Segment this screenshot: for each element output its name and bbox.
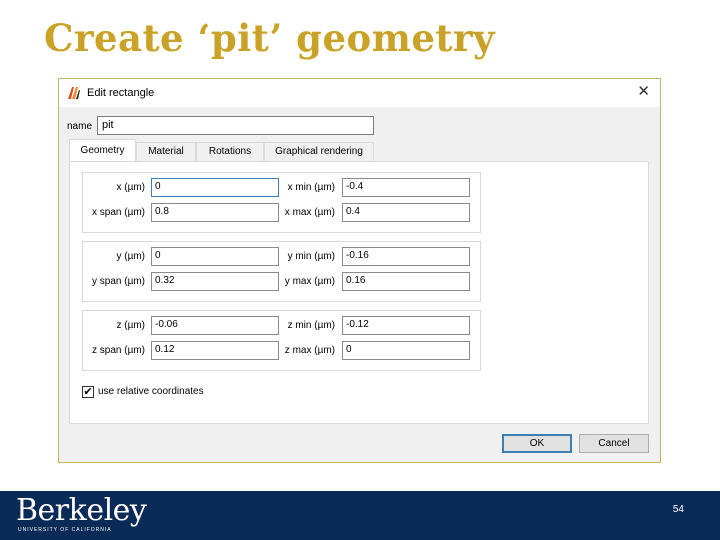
name-input[interactable]: pit — [97, 116, 374, 135]
app-icon — [68, 87, 80, 99]
tab-material[interactable]: Material — [136, 142, 196, 161]
y-max-label: y max (µm) — [284, 276, 335, 287]
y-span-label: y span (µm) — [92, 276, 145, 287]
tab-rotations[interactable]: Rotations — [196, 142, 264, 161]
tab-graphical-rendering[interactable]: Graphical rendering — [264, 142, 374, 161]
x-group: x (µm) 0 x min (µm) -0.4 x span (µm) 0.8… — [82, 172, 481, 233]
z-min-input[interactable]: -0.12 — [342, 316, 470, 335]
page-number: 54 — [672, 504, 684, 515]
y-min-label: y min (µm) — [287, 251, 335, 262]
z-group: z (µm) -0.06 z min (µm) -0.12 z span (µm… — [82, 310, 481, 371]
x-span-input[interactable]: 0.8 — [151, 203, 279, 222]
y-max-input[interactable]: 0.16 — [342, 272, 470, 291]
berkeley-logo: Berkeley — [16, 493, 147, 528]
ok-button[interactable]: OK — [502, 434, 572, 453]
x-input[interactable]: 0 — [151, 178, 279, 197]
relative-coordinates-checkbox[interactable]: ✔ — [82, 386, 94, 398]
slide-title: Create ‘pit’ geometry — [44, 16, 495, 60]
name-label: name — [67, 121, 93, 132]
x-max-label: x max (µm) — [284, 207, 335, 218]
z-max-label: z max (µm) — [284, 345, 335, 356]
y-min-input[interactable]: -0.16 — [342, 247, 470, 266]
x-min-input[interactable]: -0.4 — [342, 178, 470, 197]
z-span-label: z span (µm) — [92, 345, 145, 356]
relative-coordinates-label: use relative coordinates — [98, 386, 204, 397]
close-icon[interactable]: ✕ — [637, 84, 650, 100]
z-span-input[interactable]: 0.12 — [151, 341, 279, 360]
x-span-label: x span (µm) — [92, 207, 145, 218]
y-input[interactable]: 0 — [151, 247, 279, 266]
z-label: z (µm) — [116, 320, 145, 331]
x-max-input[interactable]: 0.4 — [342, 203, 470, 222]
dialog-title: Edit rectangle — [87, 87, 155, 99]
tab-geometry[interactable]: Geometry — [69, 139, 136, 162]
y-label: y (µm) — [116, 251, 145, 262]
berkeley-logo-subtext: UNIVERSITY OF CALIFORNIA — [18, 527, 112, 533]
x-label: x (µm) — [116, 182, 145, 193]
x-min-label: x min (µm) — [287, 182, 335, 193]
dialog-titlebar[interactable]: Edit rectangle ✕ — [59, 79, 660, 107]
z-min-label: z min (µm) — [287, 320, 335, 331]
edit-rectangle-dialog: Edit rectangle ✕ name pit Geometry Mater… — [58, 78, 661, 463]
footer-bar: Berkeley UNIVERSITY OF CALIFORNIA 54 — [0, 491, 720, 540]
geometry-panel: x (µm) 0 x min (µm) -0.4 x span (µm) 0.8… — [69, 161, 649, 424]
z-input[interactable]: -0.06 — [151, 316, 279, 335]
y-group: y (µm) 0 y min (µm) -0.16 y span (µm) 0.… — [82, 241, 481, 302]
cancel-button[interactable]: Cancel — [579, 434, 649, 453]
z-max-input[interactable]: 0 — [342, 341, 470, 360]
y-span-input[interactable]: 0.32 — [151, 272, 279, 291]
